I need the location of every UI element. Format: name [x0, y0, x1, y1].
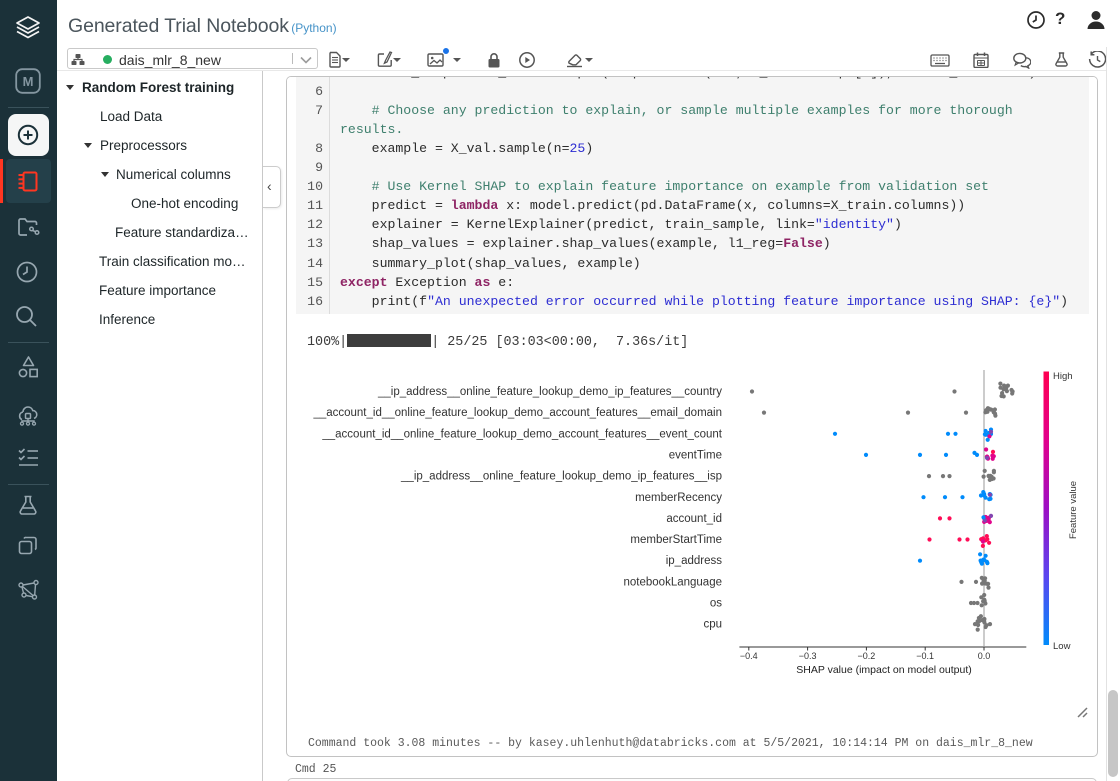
svg-text:SHAP value (impact on model ou: SHAP value (impact on model output): [796, 664, 971, 676]
svg-text:M: M: [23, 74, 34, 89]
svg-text:__ip_address__online_feature_l: __ip_address__online_feature_lookup_demo…: [400, 471, 722, 483]
svg-text:account_id: account_id: [666, 513, 722, 525]
svg-text:−0.2: −0.2: [858, 651, 876, 661]
svg-text:0.0: 0.0: [978, 651, 991, 661]
svg-text:−0.4: −0.4: [740, 651, 758, 661]
svg-text:−0.3: −0.3: [799, 651, 817, 661]
svg-text:os: os: [710, 598, 722, 610]
svg-text:ip_address: ip_address: [666, 555, 723, 567]
svg-text:High: High: [1053, 371, 1073, 382]
svg-text:Low: Low: [1053, 641, 1071, 652]
svg-text:cpu: cpu: [703, 619, 722, 631]
svg-text:Feature value: Feature value: [1068, 481, 1079, 539]
svg-text:__ip_address__online_feature_l: __ip_address__online_feature_lookup_demo…: [377, 386, 722, 398]
svg-text:notebookLanguage: notebookLanguage: [624, 576, 723, 588]
svg-text:memberStartTime: memberStartTime: [630, 534, 722, 546]
svg-text:memberRecency: memberRecency: [635, 492, 722, 504]
svg-text:−0.1: −0.1: [916, 651, 934, 661]
svg-text:eventTime: eventTime: [669, 449, 722, 461]
svg-text:__account_id__online_feature_l: __account_id__online_feature_lookup_demo…: [321, 428, 722, 440]
svg-text:__account_id__online_feature_l: __account_id__online_feature_lookup_demo…: [312, 407, 722, 419]
